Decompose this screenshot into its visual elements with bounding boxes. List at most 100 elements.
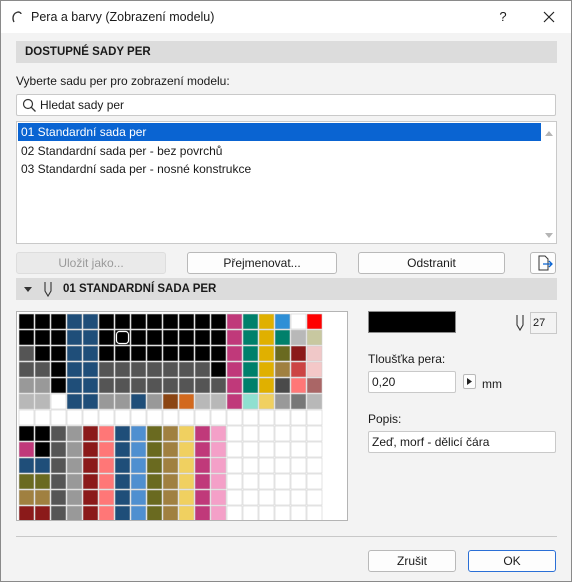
pen-swatch[interactable]	[34, 457, 51, 474]
pen-swatch[interactable]	[82, 329, 99, 346]
pen-swatch[interactable]	[98, 505, 115, 522]
pen-swatch[interactable]	[162, 361, 179, 378]
pen-swatch[interactable]	[194, 441, 211, 458]
pen-swatch[interactable]	[210, 441, 227, 458]
pen-swatch[interactable]	[98, 361, 115, 378]
pen-swatch[interactable]	[210, 361, 227, 378]
pen-swatch[interactable]	[194, 425, 211, 442]
pen-swatch[interactable]	[178, 329, 195, 346]
pen-swatch[interactable]	[146, 505, 163, 522]
pen-swatch[interactable]	[274, 441, 291, 458]
pen-swatch[interactable]	[290, 361, 307, 378]
pen-swatch[interactable]	[306, 425, 323, 442]
pen-swatch[interactable]	[82, 313, 99, 330]
pen-swatch[interactable]	[258, 441, 275, 458]
pen-swatch[interactable]	[18, 457, 35, 474]
pen-swatch[interactable]	[258, 409, 275, 426]
pen-swatch[interactable]	[66, 409, 83, 426]
pen-swatch[interactable]	[66, 313, 83, 330]
pen-swatch[interactable]	[50, 473, 67, 490]
pen-swatch[interactable]	[290, 393, 307, 410]
pen-swatch[interactable]	[114, 505, 131, 522]
pen-swatch[interactable]	[18, 505, 35, 522]
pen-swatch[interactable]	[146, 345, 163, 362]
pen-swatch[interactable]	[66, 329, 83, 346]
pen-swatch[interactable]	[82, 345, 99, 362]
pen-swatch[interactable]	[274, 345, 291, 362]
thickness-unit-menu-button[interactable]	[463, 374, 476, 389]
pen-swatch[interactable]	[210, 393, 227, 410]
pen-swatch[interactable]	[306, 313, 323, 330]
scroll-down-arrow-icon[interactable]	[544, 231, 554, 241]
pen-swatch[interactable]	[306, 361, 323, 378]
pen-set-list[interactable]: 01 Standardní sada per 02 Standardní sad…	[16, 121, 557, 244]
pen-swatch[interactable]	[50, 505, 67, 522]
pen-swatch[interactable]	[242, 489, 259, 506]
pen-swatch[interactable]	[194, 313, 211, 330]
pen-swatch[interactable]	[18, 409, 35, 426]
pen-swatch[interactable]	[274, 457, 291, 474]
pen-swatch[interactable]	[194, 457, 211, 474]
pen-swatch[interactable]	[178, 505, 195, 522]
pen-swatch[interactable]	[162, 409, 179, 426]
pen-swatch[interactable]	[98, 409, 115, 426]
pen-swatch[interactable]	[146, 489, 163, 506]
pen-swatch[interactable]	[210, 457, 227, 474]
pen-swatch[interactable]	[242, 329, 259, 346]
pen-swatch[interactable]	[210, 489, 227, 506]
pen-swatch[interactable]	[178, 425, 195, 442]
pen-set-detail-header[interactable]: 01 STANDARDNÍ SADA PER	[16, 278, 557, 300]
pen-swatch[interactable]	[18, 345, 35, 362]
pen-swatch[interactable]	[290, 505, 307, 522]
pen-swatch[interactable]	[194, 361, 211, 378]
pen-swatch[interactable]	[18, 441, 35, 458]
pen-swatch[interactable]	[98, 329, 115, 346]
pen-swatch[interactable]	[66, 361, 83, 378]
pen-swatch[interactable]	[66, 505, 83, 522]
pen-swatch[interactable]	[162, 377, 179, 394]
delete-button[interactable]: Odstranit	[358, 252, 505, 274]
pen-swatch[interactable]	[274, 329, 291, 346]
pen-swatch[interactable]	[226, 393, 243, 410]
pen-swatch[interactable]	[210, 377, 227, 394]
pen-swatch[interactable]	[34, 441, 51, 458]
pen-swatch[interactable]	[114, 409, 131, 426]
pen-swatch[interactable]	[66, 377, 83, 394]
pen-swatch[interactable]	[210, 505, 227, 522]
pen-swatch[interactable]	[242, 473, 259, 490]
cancel-button[interactable]: Zrušit	[368, 550, 456, 572]
pen-swatch[interactable]	[258, 393, 275, 410]
pen-swatch[interactable]	[178, 441, 195, 458]
pen-swatch[interactable]	[98, 457, 115, 474]
pen-swatch[interactable]	[130, 393, 147, 410]
pen-swatch[interactable]	[290, 473, 307, 490]
pen-swatch[interactable]	[258, 473, 275, 490]
pen-swatch[interactable]	[258, 329, 275, 346]
save-as-button[interactable]: Uložit jako...	[16, 252, 166, 274]
pen-swatch[interactable]	[18, 473, 35, 490]
pen-swatch[interactable]	[274, 313, 291, 330]
pen-swatch[interactable]	[306, 457, 323, 474]
pen-swatch[interactable]	[242, 345, 259, 362]
pen-swatch[interactable]	[146, 457, 163, 474]
pen-swatch[interactable]	[66, 345, 83, 362]
pen-swatch[interactable]	[162, 313, 179, 330]
ok-button[interactable]: OK	[468, 550, 556, 572]
pen-swatch[interactable]	[194, 505, 211, 522]
pen-swatch[interactable]	[114, 489, 131, 506]
pen-swatch[interactable]	[50, 489, 67, 506]
pen-swatch[interactable]	[130, 441, 147, 458]
pen-swatch[interactable]	[82, 361, 99, 378]
pen-swatch[interactable]	[130, 505, 147, 522]
pen-swatch[interactable]	[34, 425, 51, 442]
pen-swatch[interactable]	[18, 313, 35, 330]
pen-swatch[interactable]	[34, 345, 51, 362]
pen-swatch[interactable]	[162, 489, 179, 506]
export-button[interactable]	[530, 252, 556, 274]
pen-swatch[interactable]	[306, 393, 323, 410]
pen-swatch[interactable]	[66, 489, 83, 506]
pen-swatch[interactable]	[226, 441, 243, 458]
pen-swatch[interactable]	[178, 377, 195, 394]
pen-swatch[interactable]	[242, 377, 259, 394]
pen-swatch[interactable]	[226, 457, 243, 474]
